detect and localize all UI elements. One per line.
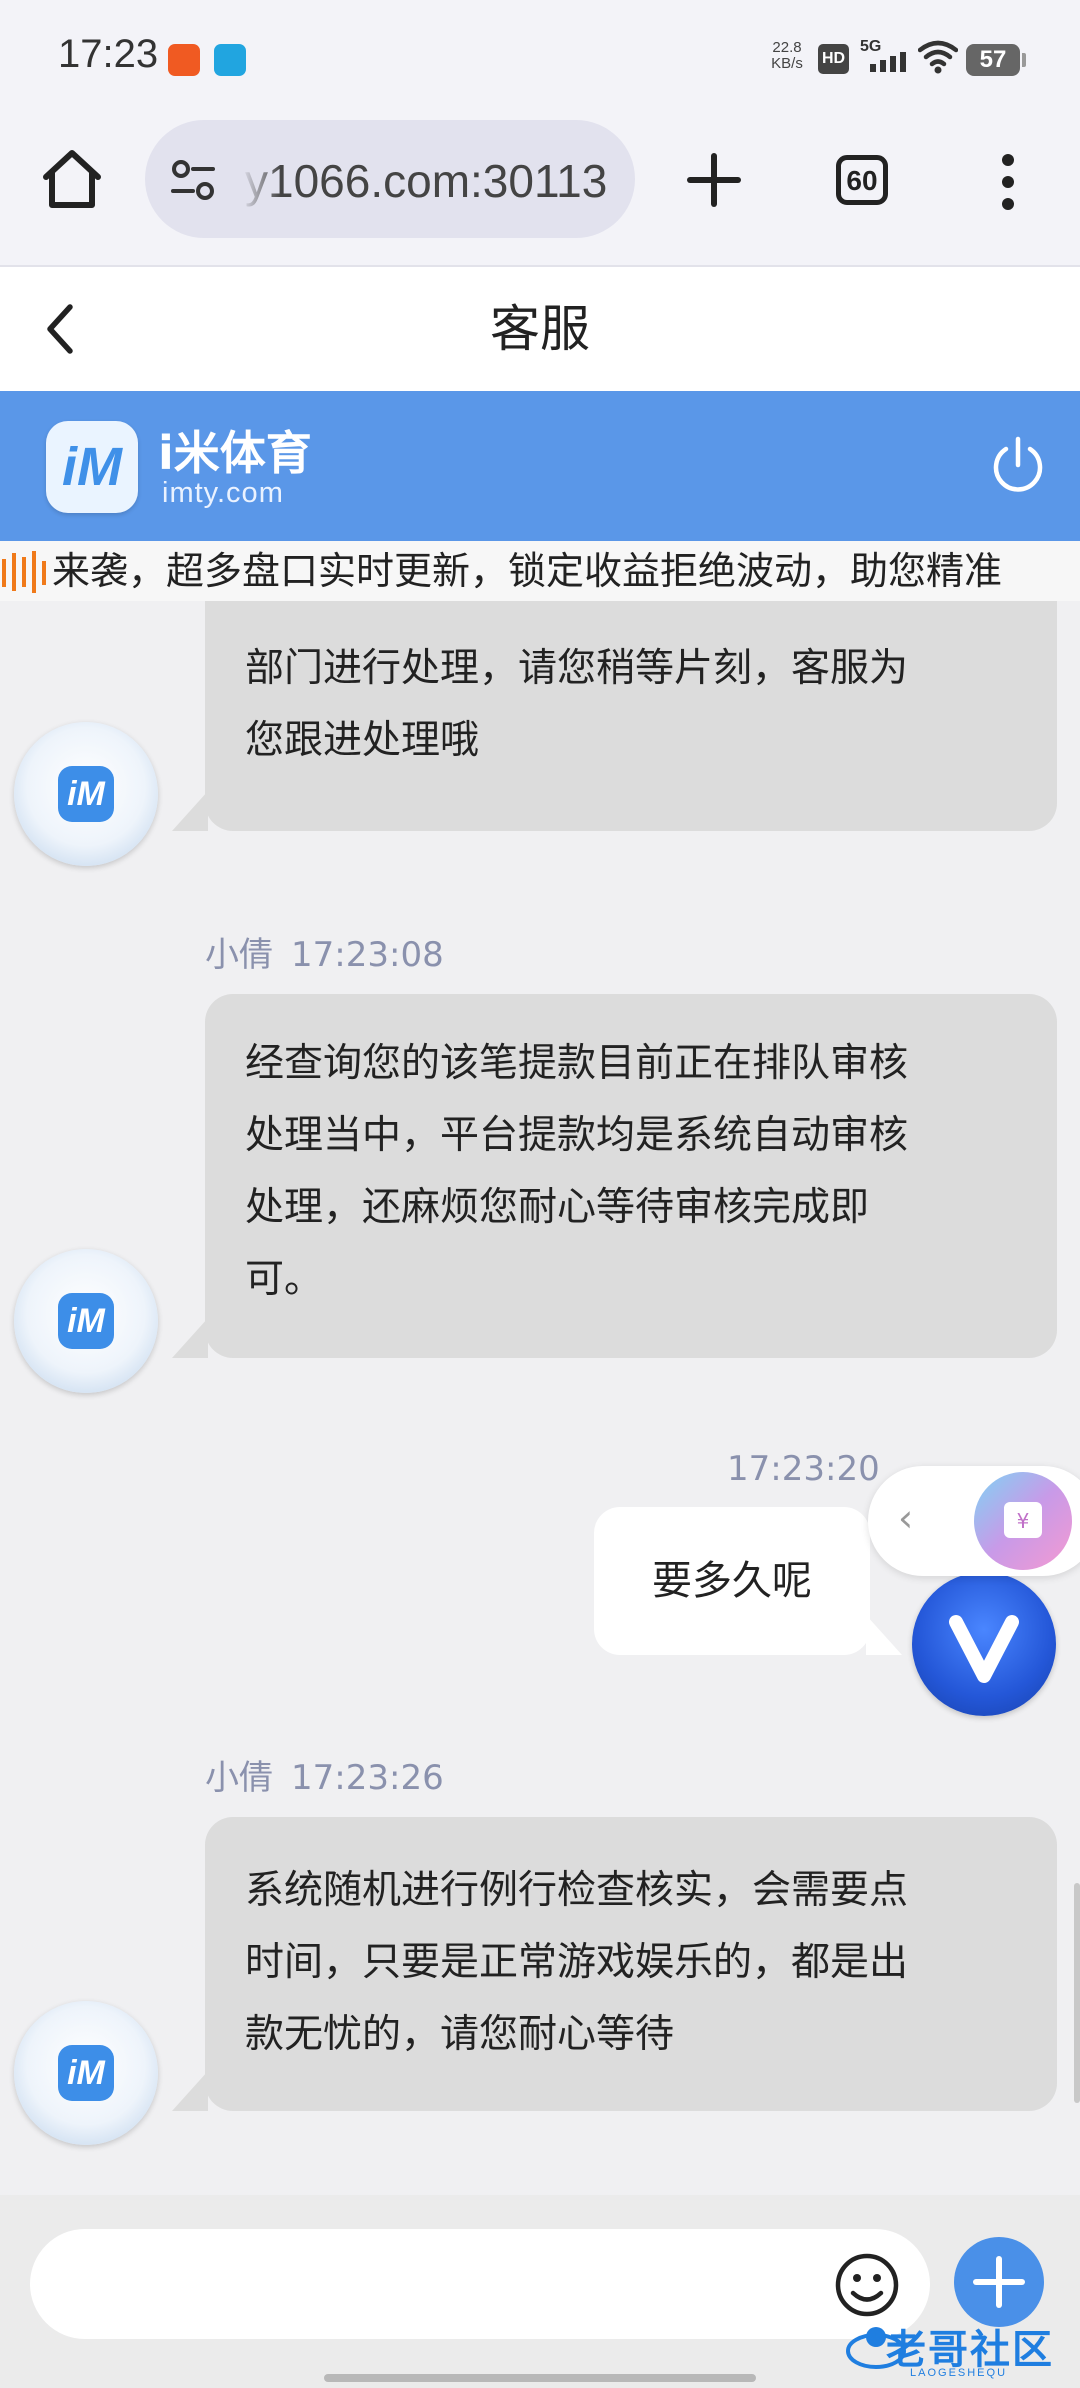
wallet-icon[interactable]: ¥ xyxy=(974,1472,1072,1570)
site-settings-icon[interactable] xyxy=(169,158,217,202)
user-message-time: 17:23:20 xyxy=(727,1449,880,1489)
network-speed-value: 22.8 xyxy=(772,39,802,56)
brand-domain: imty.com xyxy=(162,477,284,509)
url-text[interactable]: y1066.com:30113 xyxy=(245,154,625,208)
brand-bar: iM i米体育 imty.com xyxy=(0,391,1080,541)
agent-avatar: iM xyxy=(14,2001,158,2145)
message-line: 时间，只要是正常游戏娱乐的，都是出 xyxy=(245,1940,909,1985)
emoji-icon[interactable] xyxy=(832,2250,902,2320)
chevron-left-icon[interactable]: ‹ xyxy=(898,1496,913,1540)
status-time: 17:23 xyxy=(58,32,159,76)
more-menu-icon[interactable] xyxy=(1000,152,1016,212)
address-bar[interactable]: y1066.com:30113 xyxy=(145,120,635,238)
message-time: 17:23:26 xyxy=(291,1758,444,1798)
power-icon[interactable] xyxy=(990,435,1046,495)
hd-badge: HD xyxy=(818,44,850,74)
tab-switcher-button[interactable]: 60 xyxy=(836,155,888,205)
chat-area: 部门进行处理，请您稍等片刻，客服为 您跟进处理哦 iM 小倩 17:23:08 经… xyxy=(0,601,1080,2195)
bubble-tail xyxy=(172,791,208,831)
user-message-bubble: 要多久呢 xyxy=(594,1507,870,1655)
network-type: 5G xyxy=(860,38,882,55)
home-icon[interactable] xyxy=(38,145,106,213)
home-indicator[interactable] xyxy=(324,2374,756,2382)
brand-name: i米体育 xyxy=(158,426,312,480)
agent-message-bubble: 部门进行处理，请您稍等片刻，客服为 您跟进处理哦 xyxy=(205,601,1057,831)
message-line: 款无忧的，请您耐心等待 xyxy=(245,2012,675,2057)
user-avatar xyxy=(912,1572,1056,1716)
agent-message-bubble: 经查询您的该笔提款目前正在排队审核 处理当中，平台提款均是系统自动审核 处理，还… xyxy=(205,994,1057,1358)
message-line: 经查询您的该笔提款目前正在排队审核 xyxy=(245,1041,909,1086)
agent-avatar: iM xyxy=(14,722,158,866)
app-notification-icon xyxy=(168,44,200,76)
message-time: 17:23:08 xyxy=(291,935,444,975)
bubble-tail xyxy=(172,1318,208,1358)
message-line: 部门进行处理，请您稍等片刻，客服为 xyxy=(245,646,909,691)
wifi-icon xyxy=(918,40,958,74)
message-line: 处理，还麻烦您耐心等待审核完成即 xyxy=(245,1185,870,1230)
announcement-marquee: 来袭，超多盘口实时更新，锁定收益拒绝波动，助您精准 xyxy=(0,541,1080,601)
message-meta: 小倩 17:23:08 xyxy=(205,927,444,976)
browser-toolbar: y1066.com:30113 60 xyxy=(0,115,1080,267)
sender-name: 小倩 xyxy=(205,1758,273,1798)
floating-wallet-widget[interactable]: ‹ ¥ xyxy=(868,1466,1080,1576)
page-header: 客服 xyxy=(0,267,1080,391)
v-logo-icon xyxy=(949,1615,1019,1683)
brand-logo: iM xyxy=(46,421,138,513)
message-input[interactable] xyxy=(30,2229,930,2339)
signal-icon: 5G xyxy=(860,38,912,76)
page-title: 客服 xyxy=(490,300,590,358)
announcement-icon xyxy=(2,551,46,593)
sender-name: 小倩 xyxy=(205,935,273,975)
bubble-tail xyxy=(172,2071,208,2111)
user-message-text: 要多久呢 xyxy=(652,1558,812,1604)
agent-message-bubble: 系统随机进行例行检查核实，会需要点 时间，只要是正常游戏娱乐的，都是出 款无忧的… xyxy=(205,1817,1057,2111)
message-line: 处理当中，平台提款均是系统自动审核 xyxy=(245,1113,909,1158)
back-icon[interactable] xyxy=(38,299,82,359)
status-bar: 17:23 22.8 KB/s HD 5G 57 xyxy=(0,0,1080,115)
new-tab-icon[interactable] xyxy=(684,150,744,210)
announcement-text: 来袭，超多盘口实时更新，锁定收益拒绝波动，助您精准 xyxy=(52,549,1003,593)
message-line: 您跟进处理哦 xyxy=(245,718,480,763)
url-fade xyxy=(241,140,281,220)
svg-text:¥: ¥ xyxy=(1017,1509,1030,1533)
agent-avatar: iM xyxy=(14,1249,158,1393)
network-speed: 22.8 KB/s xyxy=(766,40,808,72)
watermark-subtext: LAOGESHEQU xyxy=(910,2367,1008,2379)
watermark-logo: 老哥社区 LAOGESHEQU xyxy=(846,2313,1066,2383)
message-line: 可。 xyxy=(245,1257,324,1302)
bubble-tail xyxy=(866,1615,902,1655)
battery-icon: 57 xyxy=(966,44,1020,76)
message-line: 系统随机进行例行检查核实，会需要点 xyxy=(245,1868,909,1913)
app-notification-icon-2 xyxy=(214,44,246,76)
network-speed-unit: KB/s xyxy=(771,55,803,72)
scrollbar[interactable] xyxy=(1074,1883,1080,2103)
message-meta: 小倩 17:23:26 xyxy=(205,1750,444,1799)
battery-tip xyxy=(1022,53,1026,67)
input-bar: 老哥社区 LAOGESHEQU xyxy=(0,2195,1080,2388)
